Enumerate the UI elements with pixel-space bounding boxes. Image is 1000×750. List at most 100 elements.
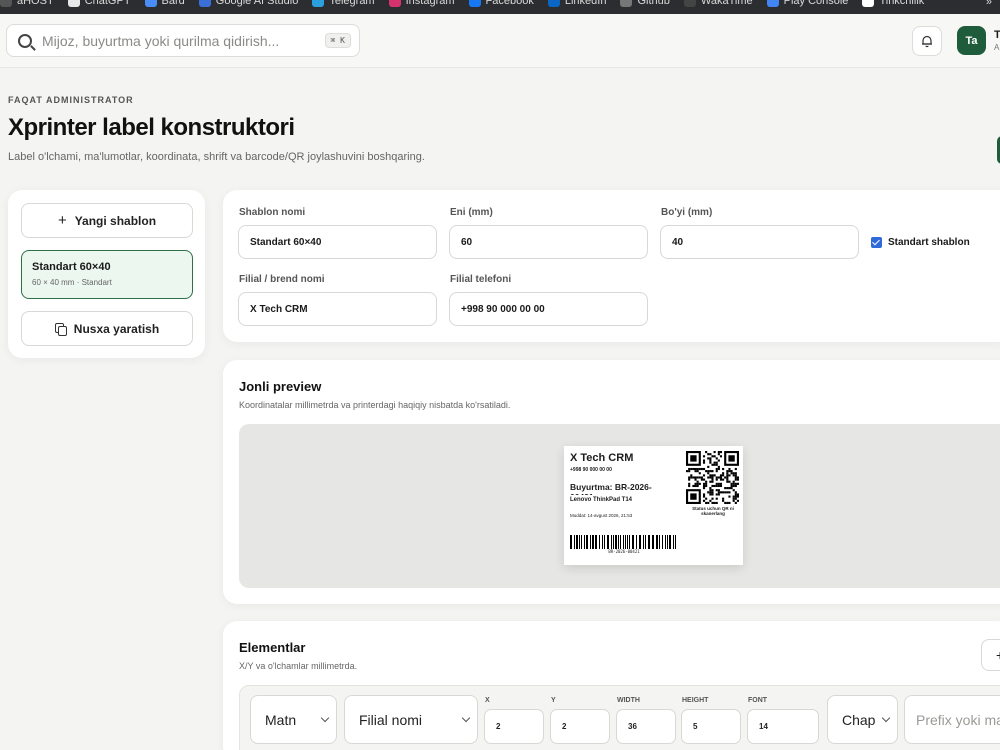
bookmark-item[interactable]: ChatGPT — [67, 0, 131, 7]
templates-panel: + Yangi shablon Standart 60×40 60 × 40 m… — [8, 190, 205, 358]
bookmark-item[interactable]: Play Console — [766, 0, 849, 7]
bookmark-label: Bard — [161, 0, 185, 7]
template-item-standart[interactable]: Standart 60×40 60 × 40 mm · Standart — [21, 250, 193, 299]
phone-input[interactable] — [449, 292, 648, 326]
chevron-down-icon — [881, 713, 891, 723]
bookmark-item[interactable]: aHOST — [0, 0, 54, 7]
preview-title: Jonli preview — [239, 379, 322, 394]
default-template-checkbox[interactable] — [871, 237, 882, 248]
bookmarks-bar: aHOST ChatGPT Bard Google AI Studio Telegram… — [0, 0, 1000, 14]
bookmark-icon — [766, 0, 779, 7]
search-input[interactable] — [42, 32, 325, 49]
bookmark-item[interactable]: LinkedIn — [547, 0, 607, 7]
element-type-select[interactable]: Matn — [250, 695, 337, 744]
bookmark-label: Github — [637, 0, 670, 7]
barcode[interactable] — [570, 535, 678, 549]
prefix-input[interactable]: Prefix yoki matn — [904, 695, 1000, 744]
align-select[interactable]: Chap — [827, 695, 898, 744]
duplicate-template-button[interactable]: Nusxa yaratish — [21, 311, 193, 346]
label-product[interactable]: Lenovo ThinkPad T14 — [570, 497, 632, 503]
bookmark-icon — [198, 0, 211, 7]
elements-title: Elementlar — [239, 640, 306, 655]
preview-subtitle: Koordinatalar millimetrda va printerdagi… — [239, 400, 511, 410]
height-input[interactable] — [660, 225, 859, 259]
width-label: Eni (mm) — [450, 207, 493, 218]
template-name-input[interactable] — [238, 225, 437, 259]
bookmark-label: Facebook — [485, 0, 534, 7]
x-label: X — [485, 697, 490, 704]
bookmark-item[interactable]: Bard — [144, 0, 185, 7]
top-bar: ⌘ K Ta T A — [0, 14, 1000, 68]
qr-caption[interactable]: Status uchun QR ni skanerlang — [682, 506, 743, 516]
label-preview: X Tech CRM +998 90 000 00 00 Buyurtma: B… — [564, 446, 743, 565]
bookmark-icon — [0, 0, 12, 7]
height-label: Bo'yi (mm) — [661, 207, 713, 218]
chevron-down-icon — [320, 713, 330, 723]
copy-icon — [54, 323, 67, 336]
bookmark-icon — [683, 0, 696, 7]
width-field-input[interactable]: 36 — [616, 709, 676, 744]
duplicate-label: Nusxa yaratish — [73, 321, 160, 336]
elements-subtitle: X/Y va o'lchamlar millimetrda. — [239, 661, 358, 671]
bookmark-icon — [388, 0, 401, 7]
bookmark-item[interactable]: Tinkchilik — [862, 0, 924, 7]
chevron-down-icon — [461, 713, 471, 723]
template-name: Standart 60×40 — [32, 261, 111, 273]
user-name: T — [994, 29, 1000, 41]
template-name-label: Shablon nomi — [239, 207, 306, 218]
brand-label: Filial / brend nomi — [239, 274, 325, 285]
bookmarks-overflow-icon[interactable]: » — [986, 0, 992, 8]
elements-card: Elementlar X/Y va o'lchamlar millimetrda… — [223, 621, 1000, 750]
bookmark-icon — [67, 0, 80, 7]
bookmark-label: aHOST — [17, 0, 54, 7]
bookmark-item[interactable]: Instagram — [388, 0, 455, 7]
template-settings-card: Shablon nomi Eni (mm) Bo'yi (mm) Standar… — [223, 190, 1000, 342]
bookmark-label: LinkedIn — [564, 0, 607, 7]
bookmark-label: Telegram — [329, 0, 375, 7]
admin-only-eyebrow: FAQAT ADMINISTRATOR — [8, 95, 134, 105]
label-brand[interactable]: X Tech CRM — [570, 452, 633, 464]
bookmark-item[interactable]: Telegram — [312, 0, 375, 7]
font-input[interactable]: 14 — [747, 709, 819, 744]
qr-code[interactable] — [686, 451, 739, 504]
bookmark-item[interactable]: Facebook — [468, 0, 534, 7]
search-shortcut-badge: ⌘ K — [324, 33, 351, 48]
plus-icon: + — [57, 212, 67, 229]
y-label: Y — [551, 697, 556, 704]
search-box[interactable]: ⌘ K — [6, 24, 360, 57]
preview-canvas: X Tech CRM +998 90 000 00 00 Buyurtma: B… — [239, 424, 1000, 588]
x-input[interactable]: 2 — [484, 709, 544, 744]
bell-icon — [922, 35, 932, 48]
height-field-label: HEIGHT — [682, 697, 709, 704]
label-phone[interactable]: +998 90 000 00 00 — [570, 467, 612, 473]
bookmarks-list: aHOST ChatGPT Bard Google AI Studio Telegram… — [0, 0, 924, 7]
bookmark-item[interactable]: WakaTime — [683, 0, 753, 7]
brand-input[interactable] — [238, 292, 437, 326]
add-element-button[interactable]: + — [981, 639, 1000, 671]
phone-label: Filial telefoni — [450, 274, 512, 285]
page-title: Xprinter label konstruktori — [8, 114, 295, 141]
search-icon — [18, 33, 32, 48]
height-field-input[interactable]: 5 — [681, 709, 741, 744]
bookmark-label: WakaTime — [700, 0, 753, 7]
y-input[interactable]: 2 — [550, 709, 610, 744]
label-order[interactable]: Buyurtma: BR-2026-00421 — [570, 482, 662, 495]
bookmark-item[interactable]: Github — [620, 0, 670, 7]
barcode-text: BR-2026-00421 — [608, 549, 640, 554]
notifications-button[interactable] — [912, 26, 942, 56]
label-due-date[interactable]: Muddat: 14-avgust 2026, 21:53 — [570, 513, 632, 518]
align-value: Chap — [842, 711, 876, 728]
bookmark-label: ChatGPT — [84, 0, 131, 7]
width-field-label: WIDTH — [617, 697, 640, 704]
bookmark-label: Tinkchilik — [879, 0, 925, 7]
bookmark-label: Google AI Studio — [215, 0, 299, 7]
new-template-button[interactable]: + Yangi shablon — [21, 203, 193, 238]
bookmark-item[interactable]: Google AI Studio — [198, 0, 299, 7]
element-field-select[interactable]: Filial nomi — [344, 695, 478, 744]
bookmark-label: Play Console — [783, 0, 849, 7]
default-template-toggle[interactable]: Standart shablon — [871, 237, 970, 248]
bookmark-icon — [620, 0, 633, 7]
width-input[interactable] — [449, 225, 648, 259]
avatar[interactable]: Ta — [957, 26, 986, 55]
bookmark-icon — [312, 0, 325, 7]
